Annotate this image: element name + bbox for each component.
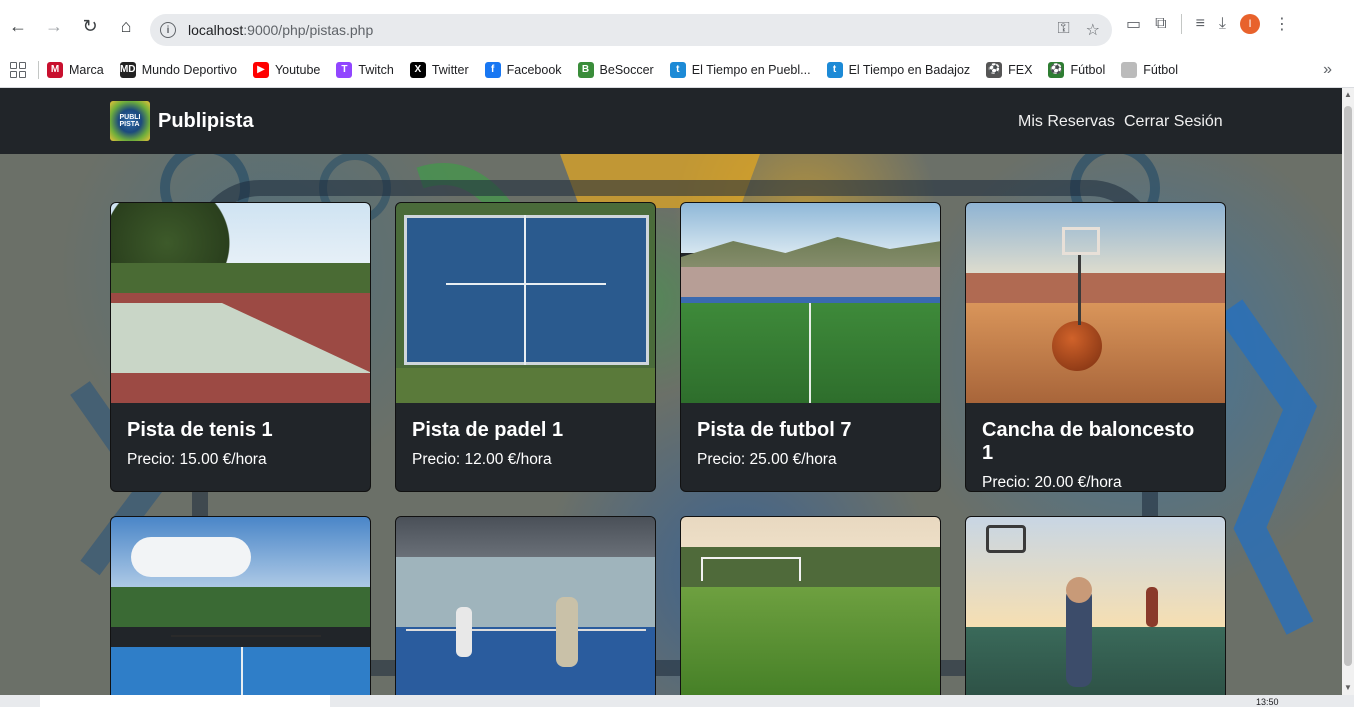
- password-key-icon[interactable]: ⚿: [1057, 20, 1069, 40]
- bookmark-label: FEX: [1008, 62, 1033, 77]
- facebook-icon: f: [484, 61, 501, 78]
- site-info-icon[interactable]: i: [160, 22, 176, 38]
- pista-price: Precio: 12.00 €/hora: [412, 451, 552, 468]
- bookmark-label: El Tiempo en Badajoz: [848, 62, 971, 77]
- pista-card-padel-2[interactable]: [395, 516, 656, 695]
- bookmark-label: Youtube: [274, 62, 321, 77]
- bookmark-label: Fútbol: [1070, 62, 1106, 77]
- bookmark-label: Marca: [69, 62, 104, 77]
- apps-grid-icon[interactable]: [10, 61, 26, 78]
- basketball-court-image: [966, 203, 1225, 403]
- media-control-icon[interactable]: ≡: [1196, 15, 1205, 33]
- site-navbar: PUBLI PISTA Publipista Mis Reservas Cerra…: [0, 88, 1342, 154]
- bookmark-item[interactable]: B BeSoccer: [577, 61, 654, 78]
- more-bookmarks-icon[interactable]: »: [1323, 61, 1332, 79]
- bookmarks-bar: M Marca MD Mundo Deportivo ▶ Youtube T Twitch X T…: [0, 52, 1354, 88]
- eltiempo-icon: t: [669, 61, 686, 78]
- home-icon[interactable]: ⌂: [108, 8, 144, 44]
- pista-card-futbol[interactable]: Pista de futbol 7 Precio: 25.00 €/hora: [680, 202, 941, 492]
- page-scrollbar[interactable]: ▲ ▼: [1342, 88, 1354, 695]
- bookmark-item[interactable]: T Twitch: [336, 61, 394, 78]
- site-brand[interactable]: Publipista: [158, 110, 254, 133]
- forward-icon[interactable]: →: [36, 8, 72, 44]
- tennis-court-image: [111, 203, 370, 403]
- x-icon: X: [409, 61, 426, 78]
- profile-avatar[interactable]: I: [1239, 14, 1260, 34]
- publipista-logo[interactable]: PUBLI PISTA: [110, 101, 150, 141]
- pista-card-padel[interactable]: Pista de padel 1 Precio: 12.00 €/hora: [395, 202, 656, 492]
- bookmark-item[interactable]: MD Mundo Deportivo: [119, 61, 237, 78]
- page-viewport: PUBLI PISTA Publipista Mis Reservas Cerra…: [0, 88, 1342, 695]
- pista-price: Precio: 20.00 €/hora: [982, 474, 1122, 491]
- bookmark-label: Twitter: [431, 62, 469, 77]
- pista-title: Pista de futbol 7: [697, 419, 852, 441]
- bookmark-item[interactable]: Fútbol: [1121, 61, 1178, 78]
- twitch-icon: T: [336, 61, 353, 78]
- url-path: :9000/php/pistas.php: [243, 22, 374, 38]
- pista-title: Pista de tenis 1: [127, 419, 273, 441]
- bookmark-label: Fútbol: [1143, 62, 1178, 77]
- marca-icon: M: [47, 61, 63, 78]
- bookmark-item[interactable]: ⚽ FEX: [986, 61, 1033, 78]
- cerrar-sesion-link[interactable]: Cerrar Sesión: [1124, 113, 1223, 131]
- taskbar-search[interactable]: [40, 695, 330, 707]
- bookmark-item[interactable]: t El Tiempo en Badajoz: [826, 61, 971, 78]
- indoor-padel-image: [396, 517, 655, 695]
- bookmark-item[interactable]: f Facebook: [484, 61, 562, 78]
- bookmark-label: Facebook: [506, 62, 562, 77]
- browser-toolbar: ← → ↻ ⌂ i localhost:9000/php/pistas.php …: [0, 0, 1354, 52]
- pista-card-baloncesto[interactable]: Cancha de baloncesto 1 Precio: 20.00 €/h…: [965, 202, 1226, 492]
- pista-card-futbol-2[interactable]: [680, 516, 941, 695]
- back-icon[interactable]: ←: [0, 8, 36, 44]
- football-field-image: [681, 203, 940, 403]
- taskbar-clock: 13:50: [1256, 697, 1279, 707]
- page-icon: [1121, 61, 1138, 78]
- bookmark-item[interactable]: ▶ Youtube: [252, 61, 321, 78]
- cast-icon[interactable]: ▭: [1126, 14, 1141, 34]
- reload-icon[interactable]: ↻: [72, 8, 108, 44]
- bookmarks-divider: [38, 60, 39, 79]
- pista-card-tenis[interactable]: Pista de tenis 1 Precio: 15.00 €/hora: [110, 202, 371, 492]
- pista-card-baloncesto-2[interactable]: [965, 516, 1226, 695]
- mundo-deportivo-icon: MD: [119, 61, 136, 78]
- bookmark-item[interactable]: t El Tiempo en Puebl...: [669, 61, 811, 78]
- besoccer-icon: B: [577, 61, 594, 78]
- bookmark-item[interactable]: ⚽ Fútbol: [1048, 61, 1106, 78]
- padel-court-image: [396, 203, 655, 403]
- bookmark-label: Mundo Deportivo: [141, 62, 237, 77]
- pista-price: Precio: 15.00 €/hora: [127, 451, 267, 468]
- bookmark-label: El Tiempo en Puebl...: [691, 62, 811, 77]
- pista-price: Precio: 25.00 €/hora: [697, 451, 837, 468]
- address-bar[interactable]: i localhost:9000/php/pistas.php ⚿ ☆: [150, 14, 1112, 46]
- outdoor-basketball-image: [966, 517, 1225, 695]
- url-text[interactable]: localhost:9000/php/pistas.php: [188, 22, 373, 38]
- bookmark-label: BeSoccer: [599, 62, 654, 77]
- toolbar-divider: [1180, 14, 1182, 34]
- youtube-icon: ▶: [252, 61, 269, 78]
- pista-card-tenis-2[interactable]: [110, 516, 371, 695]
- bookmark-star-icon[interactable]: ☆: [1086, 20, 1100, 40]
- os-taskbar: 13:50: [0, 695, 1354, 707]
- bookmark-label: Twitch: [358, 62, 394, 77]
- menu-dots-icon[interactable]: ⋮: [1274, 14, 1290, 34]
- scrollbar-thumb[interactable]: [1344, 106, 1352, 666]
- pista-title: Pista de padel 1: [412, 419, 564, 441]
- download-icon[interactable]: ⤓: [1219, 15, 1226, 33]
- football-pitch-image: [681, 517, 940, 695]
- tennis-court-image: [111, 517, 370, 695]
- scroll-up-icon[interactable]: ▲: [1344, 90, 1352, 99]
- pista-title: Cancha de baloncesto 1: [982, 419, 1195, 464]
- eltiempo-icon: t: [826, 61, 843, 78]
- football-icon: ⚽: [986, 61, 1003, 78]
- extensions-icon[interactable]: ⧉: [1155, 15, 1166, 33]
- url-host: localhost: [188, 22, 244, 38]
- football-icon: ⚽: [1048, 61, 1065, 78]
- mis-reservas-link[interactable]: Mis Reservas: [1018, 113, 1115, 131]
- scroll-down-icon[interactable]: ▼: [1344, 683, 1352, 692]
- bookmark-item[interactable]: X Twitter: [409, 61, 469, 78]
- bookmark-item[interactable]: M Marca: [47, 61, 104, 78]
